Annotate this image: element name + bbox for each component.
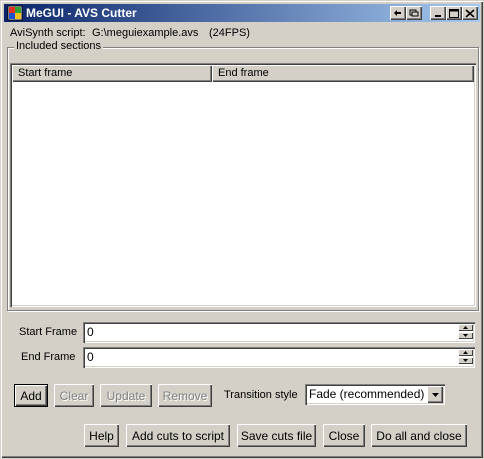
start-frame-label: Start Frame	[19, 326, 78, 338]
restore-left-icon[interactable]	[390, 6, 406, 20]
clear-button[interactable]: Clear	[54, 384, 94, 407]
update-button[interactable]: Update	[100, 384, 152, 407]
transition-style-label: Transition style	[224, 389, 298, 401]
spin-up-icon[interactable]	[458, 349, 473, 356]
save-cuts-file-button[interactable]: Save cuts file	[237, 424, 316, 447]
spin-down-icon[interactable]	[458, 332, 473, 339]
add-cuts-to-script-button[interactable]: Add cuts to script	[126, 424, 230, 447]
end-frame-spin[interactable]	[458, 349, 473, 364]
close-button[interactable]: Close	[323, 424, 365, 447]
column-header-start-frame[interactable]: Start frame	[12, 65, 212, 82]
app-icon	[7, 5, 23, 21]
chevron-down-icon[interactable]	[427, 386, 443, 403]
start-frame-value[interactable]: 0	[87, 325, 94, 339]
sections-list[interactable]: Start frame End frame	[10, 63, 476, 307]
transition-style-value[interactable]: Fade (recommended)	[309, 387, 424, 401]
end-frame-label: End Frame	[21, 351, 76, 363]
title-bar[interactable]: MeGUI - AVS Cutter	[4, 4, 480, 22]
end-frame-value[interactable]: 0	[87, 350, 94, 364]
remove-button[interactable]: Remove	[158, 384, 212, 407]
do-all-and-close-button[interactable]: Do all and close	[371, 424, 467, 447]
end-frame-stepper[interactable]: 0	[83, 347, 475, 368]
close-icon[interactable]	[462, 6, 478, 20]
avisynth-script-path: G:\meguiexample.avs	[92, 27, 199, 39]
start-frame-stepper[interactable]: 0	[83, 322, 475, 343]
start-frame-spin[interactable]	[458, 324, 473, 339]
included-sections-legend: Included sections	[14, 40, 103, 52]
restore-right-icon[interactable]	[406, 6, 422, 20]
transition-style-select[interactable]: Fade (recommended)	[305, 384, 445, 405]
add-button[interactable]: Add	[14, 384, 48, 407]
window-title: MeGUI - AVS Cutter	[26, 6, 137, 20]
column-header-end-frame[interactable]: End frame	[212, 65, 474, 82]
avisynth-script-fps: (24FPS)	[209, 27, 250, 39]
avs-cutter-window: MeGUI - AVS Cutter AviSynth script: G:\m…	[0, 0, 484, 459]
spin-up-icon[interactable]	[458, 324, 473, 331]
minimize-icon[interactable]	[430, 6, 446, 20]
avisynth-script-label: AviSynth script:	[10, 27, 86, 39]
help-button[interactable]: Help	[84, 424, 119, 447]
spin-down-icon[interactable]	[458, 357, 473, 364]
maximize-icon[interactable]	[446, 6, 462, 20]
